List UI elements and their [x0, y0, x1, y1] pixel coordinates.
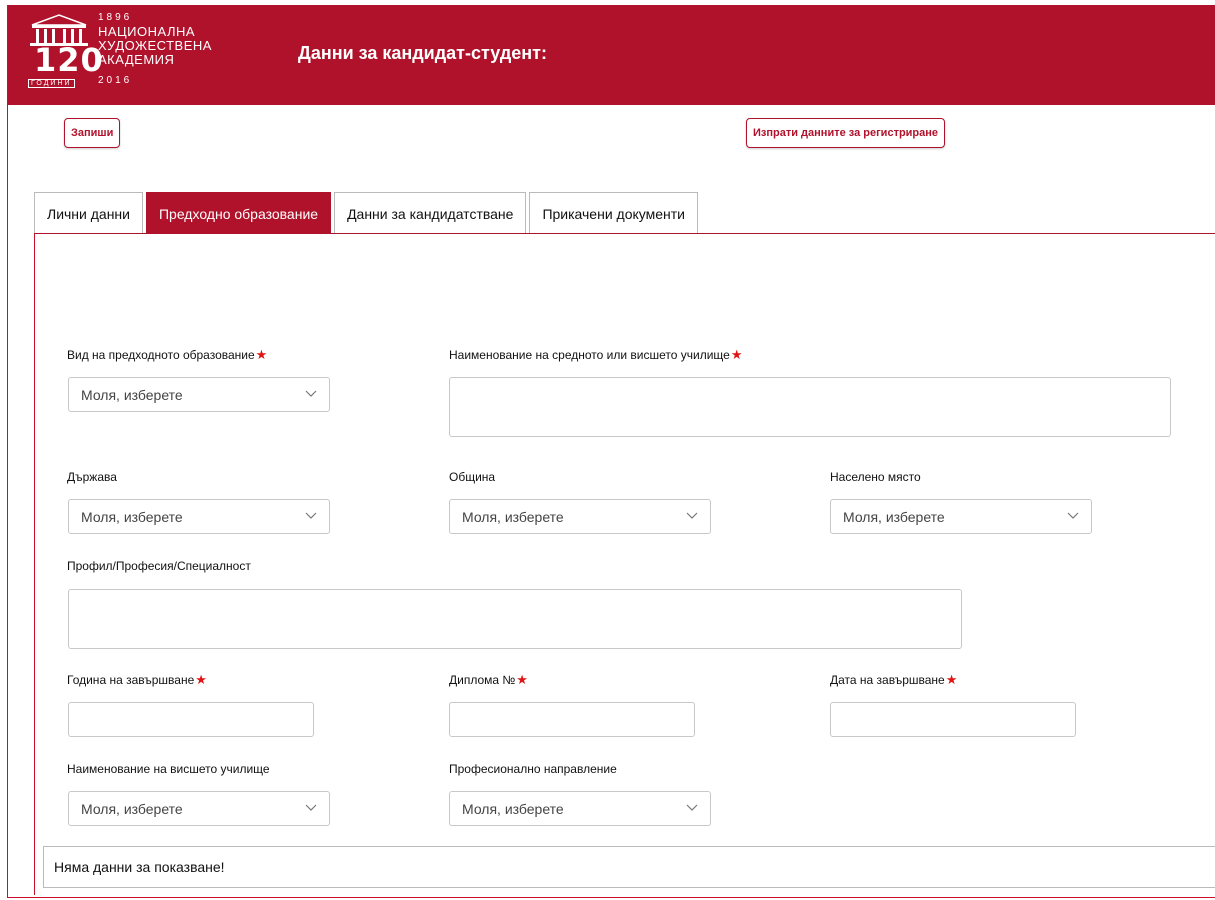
- chevron-down-icon: [1067, 512, 1079, 519]
- academy-logo[interactable]: 120 ГОДИНИ 1896 НАЦИОНАЛНА ХУДОЖЕСТВЕНА …: [26, 9, 266, 99]
- logo-anniversary: 120: [34, 41, 104, 79]
- required-star-icon: ★: [730, 347, 743, 362]
- logo-anniversary-sub: ГОДИНИ: [28, 79, 75, 88]
- school-name-label: Наименование на средното или висшето учи…: [449, 347, 743, 362]
- tab-personal-data[interactable]: Лични данни: [34, 192, 143, 234]
- logo-line-2: ХУДОЖЕСТВЕНА: [98, 38, 212, 53]
- chevron-down-icon: [305, 512, 317, 519]
- diploma-number-label: Диплома №★: [449, 672, 528, 687]
- university-name-select[interactable]: Моля, изберете: [68, 791, 330, 826]
- education-type-value: Моля, изберете: [81, 386, 183, 403]
- required-star-icon: ★: [255, 347, 268, 362]
- university-name-value: Моля, изберете: [81, 800, 183, 817]
- logo-year-bottom: 2016: [98, 75, 133, 86]
- graduation-date-label: Дата на завършване★: [830, 672, 958, 687]
- graduation-year-label: Година на завършване★: [67, 672, 207, 687]
- page-frame: 120 ГОДИНИ 1896 НАЦИОНАЛНА ХУДОЖЕСТВЕНА …: [7, 5, 1215, 898]
- municipality-select[interactable]: Моля, изберете: [449, 499, 711, 534]
- education-type-select[interactable]: Моля, изберете: [68, 377, 330, 412]
- chevron-down-icon: [305, 390, 317, 397]
- required-star-icon: ★: [195, 672, 207, 687]
- municipality-value: Моля, изберете: [462, 508, 564, 525]
- tab-application-data[interactable]: Данни за кандидатстване: [334, 192, 527, 234]
- profile-label: Профил/Професия/Специалност: [67, 559, 251, 573]
- professional-field-value: Моля, изберете: [462, 800, 564, 817]
- logo-line-3: АКАДЕМИЯ: [98, 52, 175, 67]
- tab-previous-education[interactable]: Предходно образование: [145, 192, 332, 234]
- save-button[interactable]: Запиши: [64, 118, 121, 148]
- tab-bar: Лични данни Предходно образование Данни …: [34, 192, 701, 234]
- chevron-down-icon: [686, 804, 698, 811]
- required-star-icon: ★: [945, 672, 958, 687]
- university-name-label: Наименование на висшето училище: [67, 762, 270, 776]
- settlement-label: Населено място: [830, 470, 921, 484]
- professional-field-select[interactable]: Моля, изберете: [449, 791, 711, 826]
- settlement-select[interactable]: Моля, изберете: [830, 499, 1092, 534]
- logo-line-1: НАЦИОНАЛНА: [98, 24, 196, 39]
- education-type-label: Вид на предходното образование★: [67, 347, 268, 362]
- settlement-value: Моля, изберете: [843, 508, 945, 525]
- country-label: Държава: [67, 470, 117, 484]
- graduation-year-input[interactable]: [68, 702, 314, 737]
- country-value: Моля, изберете: [81, 508, 183, 525]
- profile-field[interactable]: [68, 589, 962, 649]
- tab-attached-documents[interactable]: Прикачени документи: [529, 192, 698, 234]
- diploma-number-input[interactable]: [449, 702, 695, 737]
- professional-field-label: Професионално направление: [449, 762, 617, 776]
- content-border: [34, 233, 35, 895]
- school-name-field[interactable]: [449, 377, 1171, 437]
- tab-underline: [34, 233, 1215, 234]
- municipality-label: Община: [449, 470, 496, 484]
- submit-registration-button[interactable]: Изпрати данните за регистриране: [746, 118, 946, 148]
- chevron-down-icon: [305, 804, 317, 811]
- header-bar: 120 ГОДИНИ 1896 НАЦИОНАЛНА ХУДОЖЕСТВЕНА …: [8, 5, 1215, 105]
- chevron-down-icon: [686, 512, 698, 519]
- page-title: Данни за кандидат-студент:: [298, 43, 547, 63]
- country-select[interactable]: Моля, изберете: [68, 499, 330, 534]
- required-star-icon: ★: [516, 672, 528, 687]
- no-data-message: Няма данни за показване!: [43, 846, 1215, 888]
- logo-year-top: 1896: [98, 12, 133, 23]
- graduation-date-input[interactable]: [830, 702, 1076, 737]
